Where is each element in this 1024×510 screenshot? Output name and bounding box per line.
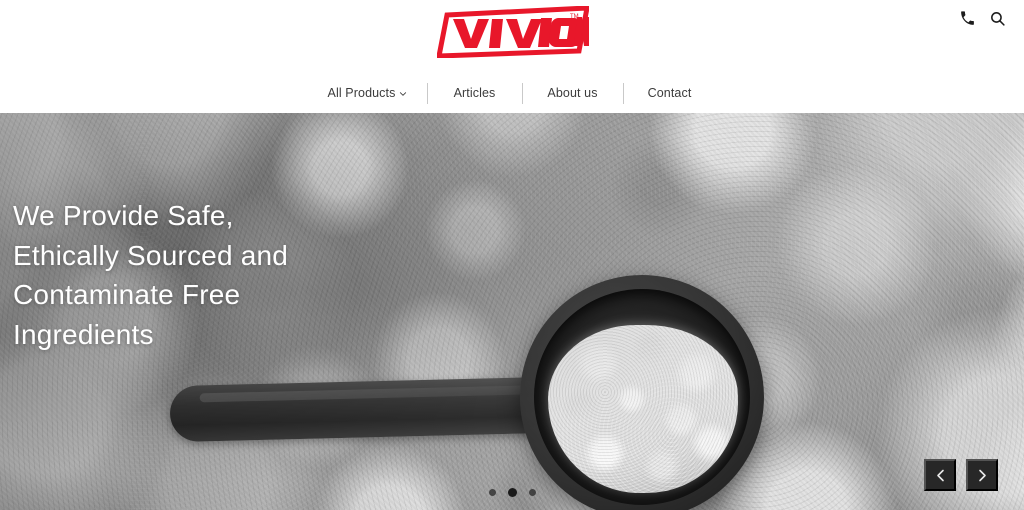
site-logo[interactable]: TM	[437, 6, 589, 58]
hero-headline: We Provide Safe, Ethically Sourced and C…	[13, 196, 633, 354]
hero-headline-line-4: Ingredients	[13, 318, 154, 350]
nav-item-about-us-label: About us	[547, 85, 598, 100]
nav-item-all-products-label: All Products	[327, 85, 396, 100]
nav-item-about-us[interactable]: About us	[545, 87, 599, 100]
carousel-arrows	[924, 459, 998, 491]
nav-item-articles[interactable]: Articles	[452, 87, 498, 100]
hero-headline-line-1: We Provide Safe,	[13, 200, 234, 231]
phone-icon[interactable]	[959, 10, 976, 27]
hero-copy: We Provide Safe, Ethically Sourced and C…	[13, 196, 633, 354]
hero-headline-line-2: Ethically Sourced and	[13, 239, 289, 271]
carousel-dot-2[interactable]	[507, 488, 517, 497]
nav-slot-contact: Contact	[624, 87, 716, 100]
nav-item-all-products[interactable]: All Products	[326, 87, 410, 100]
nav-item-contact-label: Contact	[647, 85, 692, 100]
carousel-dot-1[interactable]	[488, 489, 496, 496]
logo-trademark: TM	[570, 14, 579, 20]
nav-slot-all-products: All Products	[309, 87, 427, 100]
carousel-next-button[interactable]	[966, 459, 998, 491]
nav-item-contact[interactable]: Contact	[646, 87, 694, 100]
chevron-down-icon	[399, 90, 407, 98]
carousel-dot-3[interactable]	[528, 489, 536, 496]
hero-headline-line-3: Contaminate Free	[13, 279, 241, 310]
nav-slot-articles: Articles	[428, 87, 522, 100]
nav-slot-about-us: About us	[523, 87, 623, 100]
site-header: TM All Products Articles About us Contac…	[0, 0, 1024, 113]
carousel-prev-button[interactable]	[924, 459, 956, 491]
carousel-pagination	[0, 488, 1024, 497]
page-root: TM All Products Articles About us Contac…	[0, 0, 1024, 510]
search-icon[interactable]	[989, 10, 1006, 27]
nav-item-articles-label: Articles	[453, 85, 496, 100]
hero-carousel: We Provide Safe, Ethically Sourced and C…	[0, 113, 1024, 510]
main-navigation: All Products Articles About us Contact	[0, 78, 1024, 108]
header-utility-icons	[959, 10, 1006, 27]
